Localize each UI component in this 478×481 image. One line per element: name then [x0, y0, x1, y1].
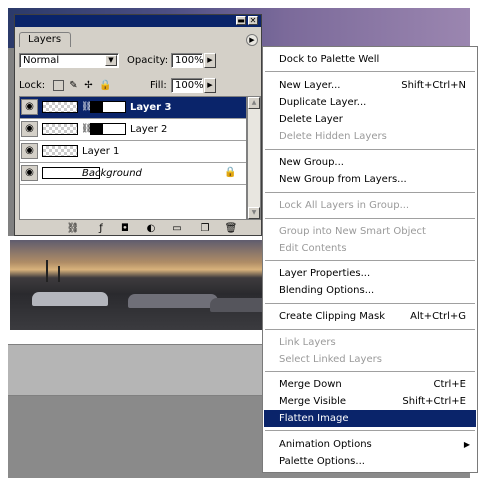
lock-image-icon[interactable]: ✎	[68, 80, 79, 91]
menu-item-merge-visible[interactable]: Merge Visible Shift+Ctrl+E	[264, 393, 476, 410]
menu-item-animation-options[interactable]: Animation Options ▶	[264, 436, 476, 453]
layer-mask-thumbnail	[90, 101, 126, 113]
palette-context-menu: Dock to Palette Well New Layer... Shift+C…	[262, 46, 478, 473]
lock-label: Lock:	[19, 80, 46, 91]
eye-icon[interactable]: ◉	[21, 165, 38, 181]
palette-titlebar[interactable]: ▬ ✕	[15, 15, 261, 27]
layer-thumbnail	[42, 101, 78, 113]
tab-layers[interactable]: Layers	[19, 32, 71, 47]
opacity-slider-button[interactable]: ▶	[204, 53, 216, 68]
layer-name: Layer 1	[82, 146, 120, 157]
eye-icon[interactable]: ◉	[21, 99, 38, 115]
layer-style-icon[interactable]: ƒ	[93, 223, 109, 235]
adjustment-layer-icon[interactable]: ◐	[143, 223, 159, 235]
blend-mode-value: Normal	[23, 55, 60, 66]
menu-item-layer-properties[interactable]: Layer Properties...	[264, 265, 476, 282]
layer-name: Background	[82, 168, 142, 179]
link-layers-icon[interactable]: ⛓	[65, 223, 81, 235]
layers-list: ◉ ⛓ Layer 3 ◉ ⛓ Layer 2 ◉ Layer 1 ◉ Back…	[19, 96, 247, 220]
delete-layer-icon[interactable]: 🗑	[223, 223, 239, 235]
menu-separator	[265, 192, 475, 193]
menu-separator	[265, 430, 475, 431]
menu-item-new-group-from-layers[interactable]: New Group from Layers...	[264, 171, 476, 188]
menu-separator	[265, 260, 475, 261]
layer-name: Layer 2	[130, 124, 168, 135]
car-shape	[128, 294, 218, 308]
lock-transparency-icon[interactable]	[53, 80, 64, 91]
new-group-icon[interactable]: ▭	[169, 223, 185, 235]
lamp-post	[46, 260, 48, 282]
menu-item-flatten-image[interactable]: Flatten Image	[264, 410, 476, 427]
lock-all-icon[interactable]: 🔒	[99, 80, 111, 91]
menu-item-new-layer[interactable]: New Layer... Shift+Ctrl+N	[264, 77, 476, 94]
menu-item-blending-options[interactable]: Blending Options...	[264, 282, 476, 299]
menu-item-link-layers[interactable]: Link Layers	[264, 334, 476, 351]
scroll-down-icon[interactable]: ▼	[248, 207, 260, 219]
lock-icon: 🔒	[224, 167, 237, 178]
layer-name: Layer 3	[130, 102, 172, 113]
layer-row[interactable]: ◉ Background 🔒	[20, 163, 246, 185]
menu-separator	[265, 71, 475, 72]
layers-palette: ▬ ✕ Layers ▶ Normal ▼ Opacity: 100% ▶ Lo…	[14, 14, 262, 236]
menu-item-edit-contents[interactable]: Edit Contents	[264, 240, 476, 257]
close-button[interactable]: ✕	[248, 16, 258, 25]
eye-icon[interactable]: ◉	[21, 143, 38, 159]
opacity-label: Opacity:	[127, 55, 169, 66]
layer-row[interactable]: ◉ ⛓ Layer 3	[20, 97, 246, 119]
menu-separator	[265, 371, 475, 372]
minimize-button[interactable]: ▬	[236, 16, 246, 25]
menu-item-duplicate-layer[interactable]: Duplicate Layer...	[264, 94, 476, 111]
car-shape	[210, 298, 262, 312]
fill-slider-button[interactable]: ▶	[204, 78, 216, 93]
submenu-arrow-icon: ▶	[463, 440, 470, 449]
menu-item-create-clipping-mask[interactable]: Create Clipping Mask Alt+Ctrl+G	[264, 308, 476, 325]
menu-item-group-into-smart-object[interactable]: Group into New Smart Object	[264, 223, 476, 240]
eye-icon[interactable]: ◉	[21, 121, 38, 137]
layer-thumbnail	[42, 123, 78, 135]
document-photo	[10, 240, 262, 330]
menu-item-new-group[interactable]: New Group...	[264, 154, 476, 171]
car-shape	[32, 292, 108, 306]
layer-thumbnail	[42, 145, 78, 157]
opacity-field[interactable]: 100%	[171, 53, 204, 68]
palette-menu-icon[interactable]: ▶	[246, 34, 258, 46]
menu-item-dock-to-palette-well[interactable]: Dock to Palette Well	[264, 51, 476, 68]
layer-row[interactable]: ◉ Layer 1	[20, 141, 246, 163]
menu-separator	[265, 303, 475, 304]
menu-item-select-linked-layers[interactable]: Select Linked Layers	[264, 351, 476, 368]
chevron-down-icon[interactable]: ▼	[105, 55, 117, 66]
menu-item-delete-layer[interactable]: Delete Layer	[264, 111, 476, 128]
menu-separator	[265, 329, 475, 330]
lock-position-icon[interactable]: ✢	[83, 80, 94, 91]
menu-item-lock-all-layers[interactable]: Lock All Layers in Group...	[264, 197, 476, 214]
menu-separator	[265, 149, 475, 150]
layers-scrollbar[interactable]: ▲ ▼	[247, 96, 261, 220]
menu-item-merge-down[interactable]: Merge Down Ctrl+E	[264, 376, 476, 393]
menu-separator	[265, 218, 475, 219]
fill-field[interactable]: 100%	[171, 78, 204, 93]
scroll-up-icon[interactable]: ▲	[248, 97, 260, 109]
layer-row[interactable]: ◉ ⛓ Layer 2	[20, 119, 246, 141]
lamp-post	[58, 266, 60, 282]
fill-label: Fill:	[150, 80, 167, 91]
document-lower-area	[8, 345, 270, 395]
blend-mode-select[interactable]: Normal ▼	[19, 53, 119, 68]
menu-item-delete-hidden-layers[interactable]: Delete Hidden Layers	[264, 128, 476, 145]
new-layer-icon[interactable]: ❐	[197, 223, 213, 235]
layer-mask-icon[interactable]: ◘	[117, 223, 133, 235]
menu-item-palette-options[interactable]: Palette Options...	[264, 453, 476, 470]
layer-mask-thumbnail	[90, 123, 126, 135]
